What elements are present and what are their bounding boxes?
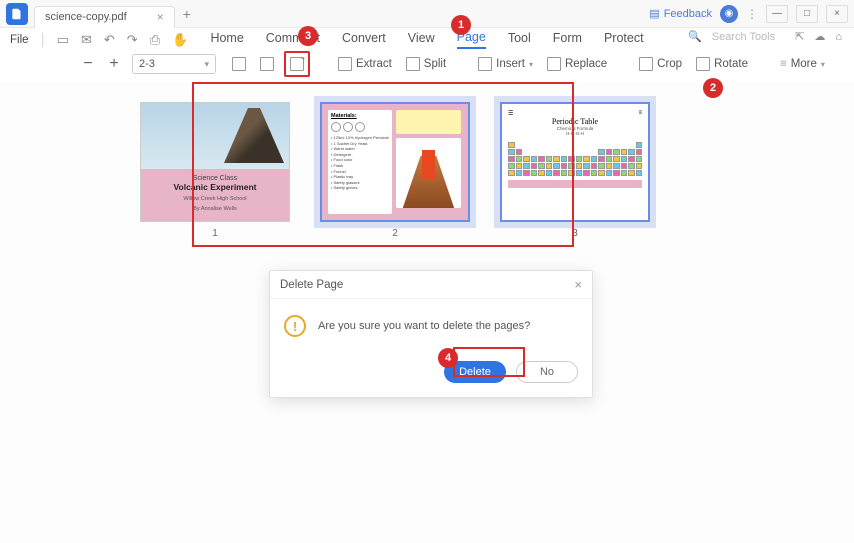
app-logo bbox=[6, 3, 28, 25]
minimize-button[interactable]: — bbox=[766, 5, 788, 23]
feedback-link[interactable]: ▤ Feedback bbox=[649, 7, 712, 20]
search-icon[interactable]: 🔍 bbox=[688, 30, 702, 43]
home-icon[interactable]: ⌂ bbox=[835, 31, 842, 43]
callout-3: 3 bbox=[298, 26, 318, 46]
chevron-down-icon: ▾ bbox=[204, 59, 209, 70]
insert-button[interactable]: Insert▾ bbox=[474, 55, 537, 73]
selection-highlight bbox=[192, 82, 574, 247]
close-tab-icon[interactable]: × bbox=[157, 10, 164, 24]
delete-button-highlight bbox=[453, 347, 525, 377]
more-button[interactable]: ≡More▾ bbox=[776, 56, 829, 72]
feedback-icon: ▤ bbox=[649, 7, 659, 20]
rotate-button[interactable]: Rotate bbox=[692, 55, 752, 73]
new-tab-button[interactable]: + bbox=[183, 6, 191, 22]
titlebar: science-copy.pdf × + ▤ Feedback ◉ ⋮ — □ … bbox=[0, 0, 854, 28]
page-toolbar: − + 2-3 ▾ − Extract Split Insert▾ Replac… bbox=[0, 50, 854, 78]
tab-view[interactable]: View bbox=[408, 31, 435, 48]
tab-tool[interactable]: Tool bbox=[508, 31, 531, 48]
callout-4: 4 bbox=[438, 348, 458, 368]
dialog-close-button[interactable]: × bbox=[574, 277, 582, 292]
share-icon[interactable]: ⇱ bbox=[795, 30, 804, 43]
cloud-icon[interactable]: ☁ bbox=[814, 30, 825, 43]
search-placeholder[interactable]: Search Tools bbox=[712, 31, 775, 43]
zoom-out-button[interactable]: − bbox=[80, 55, 96, 73]
warning-icon: ! bbox=[284, 315, 306, 337]
maximize-button[interactable]: □ bbox=[796, 5, 818, 23]
extract-button[interactable]: Extract bbox=[334, 55, 396, 73]
delete-page-dialog: Delete Page × ! Are you sure you want to… bbox=[269, 270, 593, 398]
tab-home[interactable]: Home bbox=[210, 31, 243, 48]
tab-protect[interactable]: Protect bbox=[604, 31, 644, 48]
callout-2: 2 bbox=[703, 78, 723, 98]
rotate-right-icon[interactable] bbox=[256, 55, 278, 73]
dialog-message: Are you sure you want to delete the page… bbox=[318, 320, 530, 332]
replace-button[interactable]: Replace bbox=[543, 55, 611, 73]
callout-1: 1 bbox=[451, 15, 471, 35]
dialog-title: Delete Page bbox=[280, 279, 343, 291]
delete-page-button[interactable]: − bbox=[284, 51, 310, 77]
tab-form[interactable]: Form bbox=[553, 31, 582, 48]
user-avatar[interactable]: ◉ bbox=[720, 5, 738, 23]
no-button[interactable]: No bbox=[516, 361, 578, 383]
zoom-in-button[interactable]: + bbox=[106, 55, 122, 73]
split-button[interactable]: Split bbox=[402, 55, 450, 73]
kebab-menu-icon[interactable]: ⋮ bbox=[746, 7, 758, 21]
tab-convert[interactable]: Convert bbox=[342, 31, 386, 48]
page-range-input[interactable]: 2-3 ▾ bbox=[132, 54, 216, 74]
tab-title: science-copy.pdf bbox=[45, 11, 127, 23]
rotate-left-icon[interactable] bbox=[228, 55, 250, 73]
close-window-button[interactable]: × bbox=[826, 5, 848, 23]
crop-button[interactable]: Crop bbox=[635, 55, 686, 73]
document-tab[interactable]: science-copy.pdf × bbox=[34, 6, 175, 28]
search-area: 🔍 Search Tools ⇱ ☁ ⌂ bbox=[688, 30, 842, 43]
